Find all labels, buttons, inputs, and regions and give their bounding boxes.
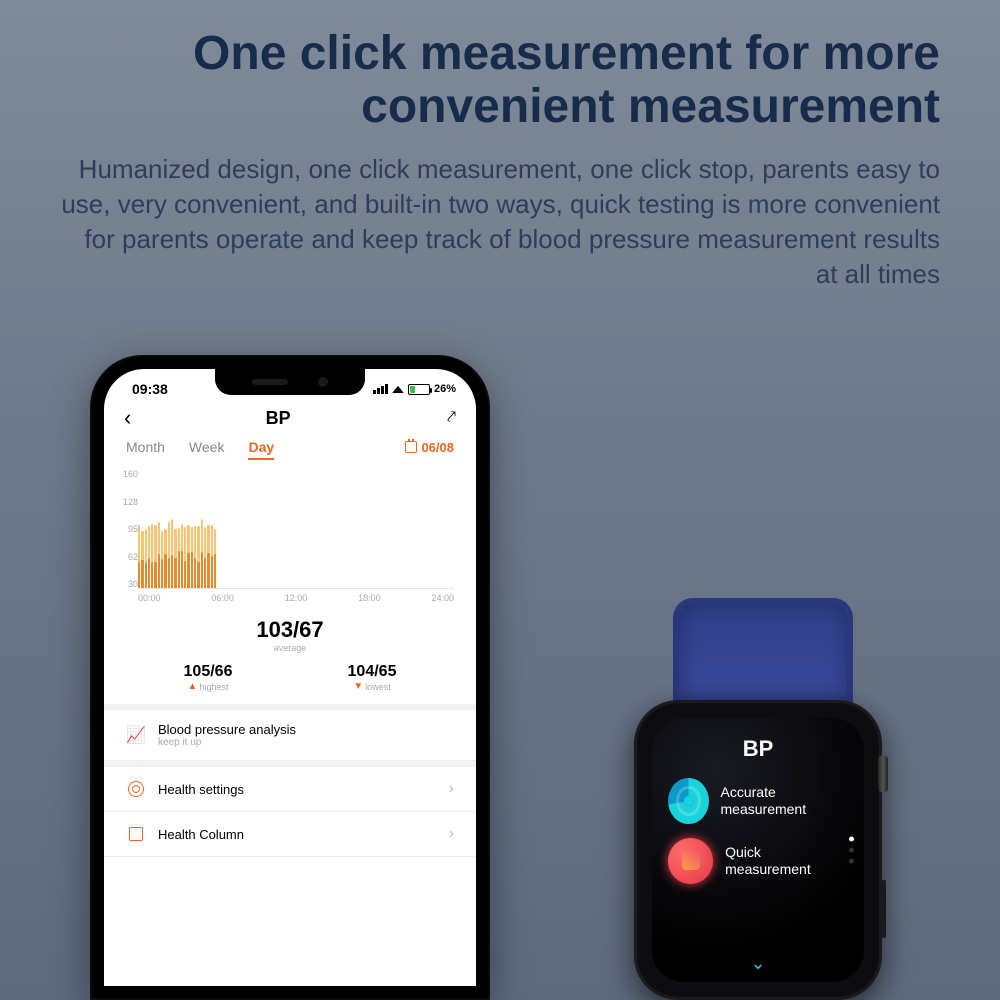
watch-strap xyxy=(673,598,853,708)
highest-label: highest xyxy=(199,682,228,692)
avg-label: average xyxy=(126,643,454,653)
phone-mockup: 09:38 26% ‹ BP ⤤ Month Week Day 0 xyxy=(90,355,490,1000)
health-column-row[interactable]: Health Column › xyxy=(104,812,476,857)
date-value: 06/08 xyxy=(421,440,454,455)
analysis-icon: 📈 xyxy=(126,725,146,745)
arrow-down-icon: ▼ xyxy=(353,681,363,692)
chevron-right-icon: › xyxy=(449,825,454,843)
arrow-up-icon: ▲ xyxy=(188,681,198,692)
accurate-label: Accurate measurement xyxy=(721,784,848,818)
quick-icon xyxy=(668,838,713,884)
column-icon xyxy=(126,824,146,844)
calendar-icon xyxy=(405,441,417,453)
quick-measurement-row[interactable]: Quick measurement xyxy=(668,838,848,884)
avg-value: 103/67 xyxy=(126,617,454,643)
tab-day[interactable]: Day xyxy=(248,439,274,455)
chevron-right-icon: › xyxy=(449,780,454,798)
tab-week[interactable]: Week xyxy=(189,439,225,455)
settings-label: Health settings xyxy=(158,782,437,797)
battery-icon xyxy=(408,384,430,395)
tab-month[interactable]: Month xyxy=(126,439,165,455)
watch-title: BP xyxy=(668,736,848,762)
health-settings-row[interactable]: Health settings › xyxy=(104,767,476,812)
wifi-icon xyxy=(392,385,404,392)
battery-pct: 26% xyxy=(434,383,456,395)
app-title: BP xyxy=(119,408,437,429)
analysis-sub: keep it up xyxy=(158,737,454,748)
watch-crown[interactable] xyxy=(878,756,888,792)
watch-mockup: BP Accurate measurement Quick measuremen… xyxy=(644,598,882,1000)
phone-notch xyxy=(215,369,365,395)
signal-icon xyxy=(373,384,388,394)
share-icon[interactable]: ⤤ xyxy=(447,409,456,427)
column-label: Health Column xyxy=(158,827,437,842)
status-time: 09:38 xyxy=(132,381,168,397)
lowest-label: lowest xyxy=(365,682,391,692)
marketing-headline: One click measurement for more convenien… xyxy=(60,28,940,134)
bp-analysis-card[interactable]: 📈 Blood pressure analysis keep it up xyxy=(104,710,476,761)
gear-icon xyxy=(126,779,146,799)
date-picker[interactable]: 06/08 xyxy=(405,440,454,455)
analysis-title: Blood pressure analysis xyxy=(158,722,454,737)
marketing-body: Humanized design, one click measurement,… xyxy=(60,152,940,292)
quick-label: Quick measurement xyxy=(725,844,848,878)
watch-side-button[interactable] xyxy=(880,880,886,938)
accurate-measurement-row[interactable]: Accurate measurement xyxy=(668,778,848,824)
accurate-icon xyxy=(668,778,709,824)
bp-chart: 160128956230 00:0006:0012:0018:0024:00 xyxy=(104,461,476,607)
lowest-value: 104/65 xyxy=(348,663,397,681)
page-dots xyxy=(849,837,854,864)
chevron-down-icon[interactable]: ⌄ xyxy=(750,953,765,974)
highest-value: 105/66 xyxy=(184,663,233,681)
